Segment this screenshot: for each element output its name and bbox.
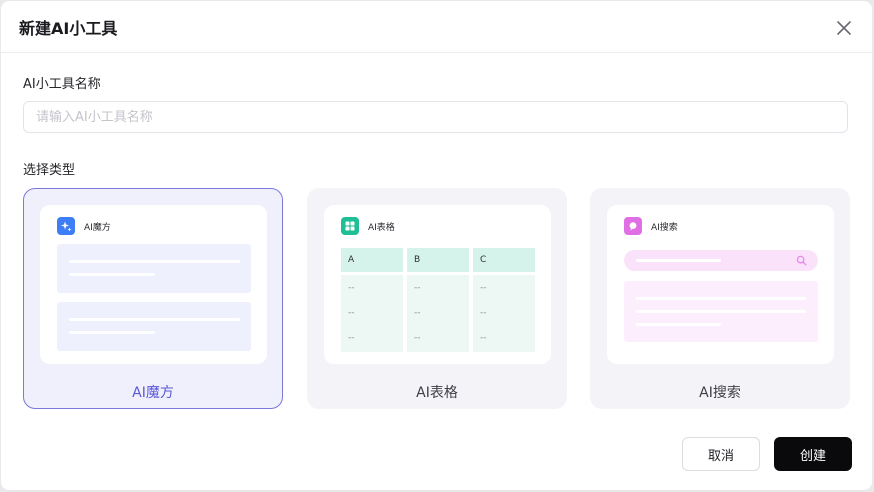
table-header-cell: A [341, 248, 403, 272]
create-button[interactable]: 创建 [774, 437, 852, 471]
type-card-search[interactable]: AI搜索 AI搜索 [590, 188, 850, 409]
sparkle-icon [57, 217, 75, 235]
search-preview-title: AI搜索 [651, 222, 678, 233]
close-icon[interactable] [836, 20, 852, 36]
table-header-cell: C [473, 248, 535, 272]
tool-name-input[interactable] [23, 101, 848, 133]
table-cell: -- [348, 332, 355, 343]
cancel-button[interactable]: 取消 [682, 437, 760, 471]
tool-name-label: AI小工具名称 [23, 77, 101, 92]
type-section-label: 选择类型 [23, 163, 76, 178]
table-header-cell: B [407, 248, 469, 272]
search-bubble-icon [624, 217, 642, 235]
magnifier-icon [796, 255, 807, 266]
table-cell: -- [480, 282, 487, 293]
type-card-table-label: AI表格 [416, 385, 458, 401]
grid-icon [341, 217, 359, 235]
table-preview-title: AI表格 [368, 222, 395, 233]
table-cell: -- [348, 307, 355, 318]
dialog-header: 新建AI小工具 [1, 1, 872, 53]
type-card-magic-label: AI魔方 [132, 385, 174, 401]
table-column: C -- -- -- [473, 248, 535, 352]
table-cell: -- [480, 307, 487, 318]
table-cell: -- [414, 332, 421, 343]
table-cell: -- [480, 332, 487, 343]
table-column: A -- -- -- [341, 248, 403, 352]
table-cell: -- [348, 282, 355, 293]
table-cell: -- [414, 307, 421, 318]
type-card-magic[interactable]: AI魔方 AI魔方 [23, 188, 283, 409]
search-placeholder-results [624, 281, 818, 342]
magic-placeholder-block [57, 302, 251, 351]
table-preview: AI表格 A -- -- -- B -- -- -- C -- -- -- [324, 205, 551, 364]
type-card-table[interactable]: AI表格 A -- -- -- B -- -- -- C -- -- -- AI… [307, 188, 567, 409]
magic-placeholder-block [57, 244, 251, 293]
magic-preview: AI魔方 [40, 205, 267, 364]
search-preview: AI搜索 [607, 205, 834, 364]
table-cell: -- [414, 282, 421, 293]
search-placeholder-bar [624, 250, 818, 271]
dialog-title: 新建AI小工具 [19, 18, 118, 38]
new-ai-tool-dialog: 新建AI小工具 AI小工具名称 选择类型 AI魔方 [1, 1, 872, 490]
type-card-search-label: AI搜索 [699, 385, 741, 401]
magic-preview-title: AI魔方 [84, 222, 111, 233]
table-column: B -- -- -- [407, 248, 469, 352]
